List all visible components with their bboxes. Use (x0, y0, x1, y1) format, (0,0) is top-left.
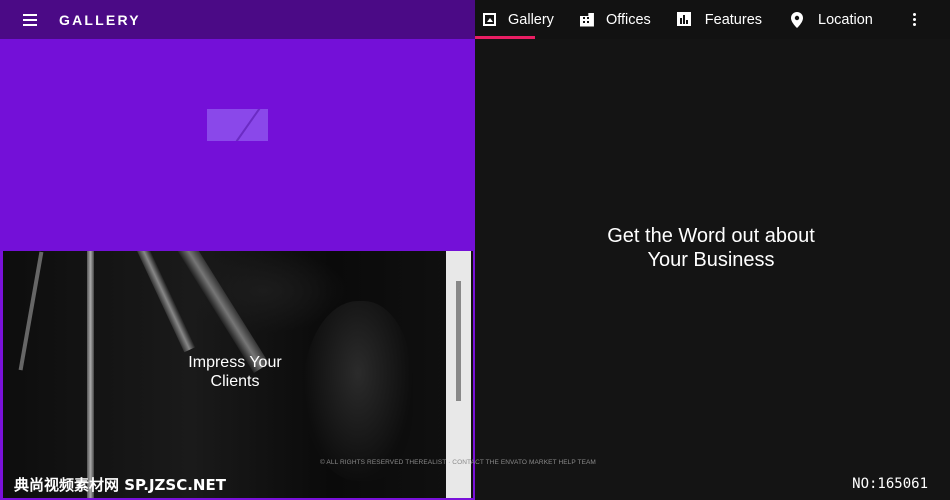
app-title: GALLERY (59, 11, 141, 28)
watermark-left: 典尚视频素材网 SP.JZSC.NET (14, 476, 226, 494)
tab-bar: Gallery Offices Features Location (475, 0, 950, 39)
menu-icon[interactable] (23, 10, 47, 30)
headline: Get the Word out about Your Business (607, 225, 815, 271)
photo-caption: Impress Your Clients (188, 354, 282, 390)
active-tab-indicator (475, 36, 535, 39)
app-bar: GALLERY (0, 0, 475, 39)
gallery-thumbnail[interactable] (207, 109, 268, 141)
tab-location[interactable]: Location (790, 0, 873, 39)
office-building-icon (579, 12, 594, 27)
image-icon (483, 13, 496, 26)
bar-chart-icon (676, 11, 693, 28)
footer-copyright: © ALL RIGHTS RESERVED THEREALIST · CONTA… (320, 459, 596, 466)
location-pin-icon (790, 11, 806, 28)
tab-gallery[interactable]: Gallery (475, 0, 554, 39)
more-vertical-icon[interactable] (909, 9, 920, 30)
tab-label: Features (704, 11, 763, 28)
tab-label: Gallery (508, 11, 554, 28)
tab-label: Offices (605, 11, 651, 28)
gallery-hero (0, 39, 475, 251)
tab-features[interactable]: Features (676, 0, 763, 39)
tab-offices[interactable]: Offices (579, 0, 651, 39)
tab-label: Location (818, 11, 873, 28)
watermark-right: NO:165061 (852, 476, 928, 492)
